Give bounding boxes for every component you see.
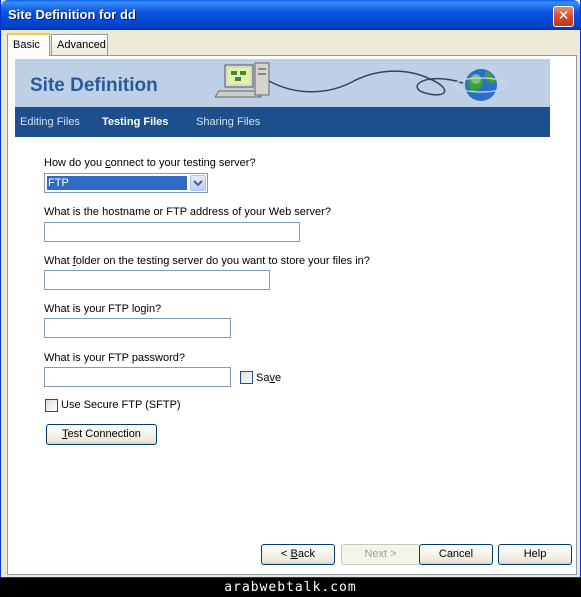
dropdown-button[interactable] — [190, 175, 206, 191]
cancel-button[interactable]: Cancel — [419, 544, 493, 565]
step-editing-files[interactable]: Editing Files — [20, 116, 80, 128]
step-sharing-files[interactable]: Sharing Files — [196, 116, 260, 128]
watermark: arabwebtalk.com — [0, 578, 581, 597]
tab-basic[interactable]: Basic — [7, 33, 50, 56]
title-bar[interactable]: Site Definition for dd ✕ — [1, 0, 580, 30]
sftp-checkbox[interactable] — [45, 399, 58, 412]
window-title: Site Definition for dd — [8, 7, 136, 22]
test-connection-button[interactable]: Test Connection — [46, 424, 157, 445]
computer-network-globe-icon — [215, 62, 508, 101]
connect-question: How do you connect to your testing serve… — [44, 157, 256, 169]
save-password-label[interactable]: Save — [256, 372, 281, 384]
wizard-steps-bar: Editing Files Testing Files Sharing File… — [15, 107, 550, 137]
tab-advanced[interactable]: Advanced — [51, 34, 108, 55]
connection-type-value: FTP — [46, 175, 188, 191]
banner-title: Site Definition — [30, 75, 158, 96]
hostname-input[interactable] — [44, 222, 300, 242]
connection-type-select[interactable]: FTP — [44, 173, 208, 193]
ftp-login-input[interactable] — [44, 318, 231, 338]
basic-tab-panel: Site Definition Editing Files Testing Fi… — [7, 55, 577, 575]
ftp-password-input[interactable] — [44, 367, 231, 387]
close-icon[interactable]: ✕ — [553, 6, 574, 27]
save-password-checkbox[interactable] — [240, 371, 253, 384]
site-definition-banner: Site Definition — [15, 59, 550, 107]
folder-input[interactable] — [44, 270, 270, 290]
help-button[interactable]: Help — [498, 544, 572, 565]
chevron-down-icon — [193, 180, 203, 187]
password-question: What is your FTP password? — [44, 352, 186, 364]
site-definition-dialog: Site Definition for dd ✕ Basic Advanced … — [0, 0, 581, 578]
back-button[interactable]: < Back — [261, 544, 335, 565]
sftp-label[interactable]: Use Secure FTP (SFTP) — [61, 399, 181, 411]
login-question: What is your FTP login? — [44, 303, 162, 315]
folder-question: What folder on the testing server do you… — [44, 255, 370, 267]
step-testing-files[interactable]: Testing Files — [102, 116, 168, 128]
next-button[interactable]: Next > — [341, 544, 420, 565]
hostname-question: What is the hostname or FTP address of y… — [44, 206, 331, 218]
